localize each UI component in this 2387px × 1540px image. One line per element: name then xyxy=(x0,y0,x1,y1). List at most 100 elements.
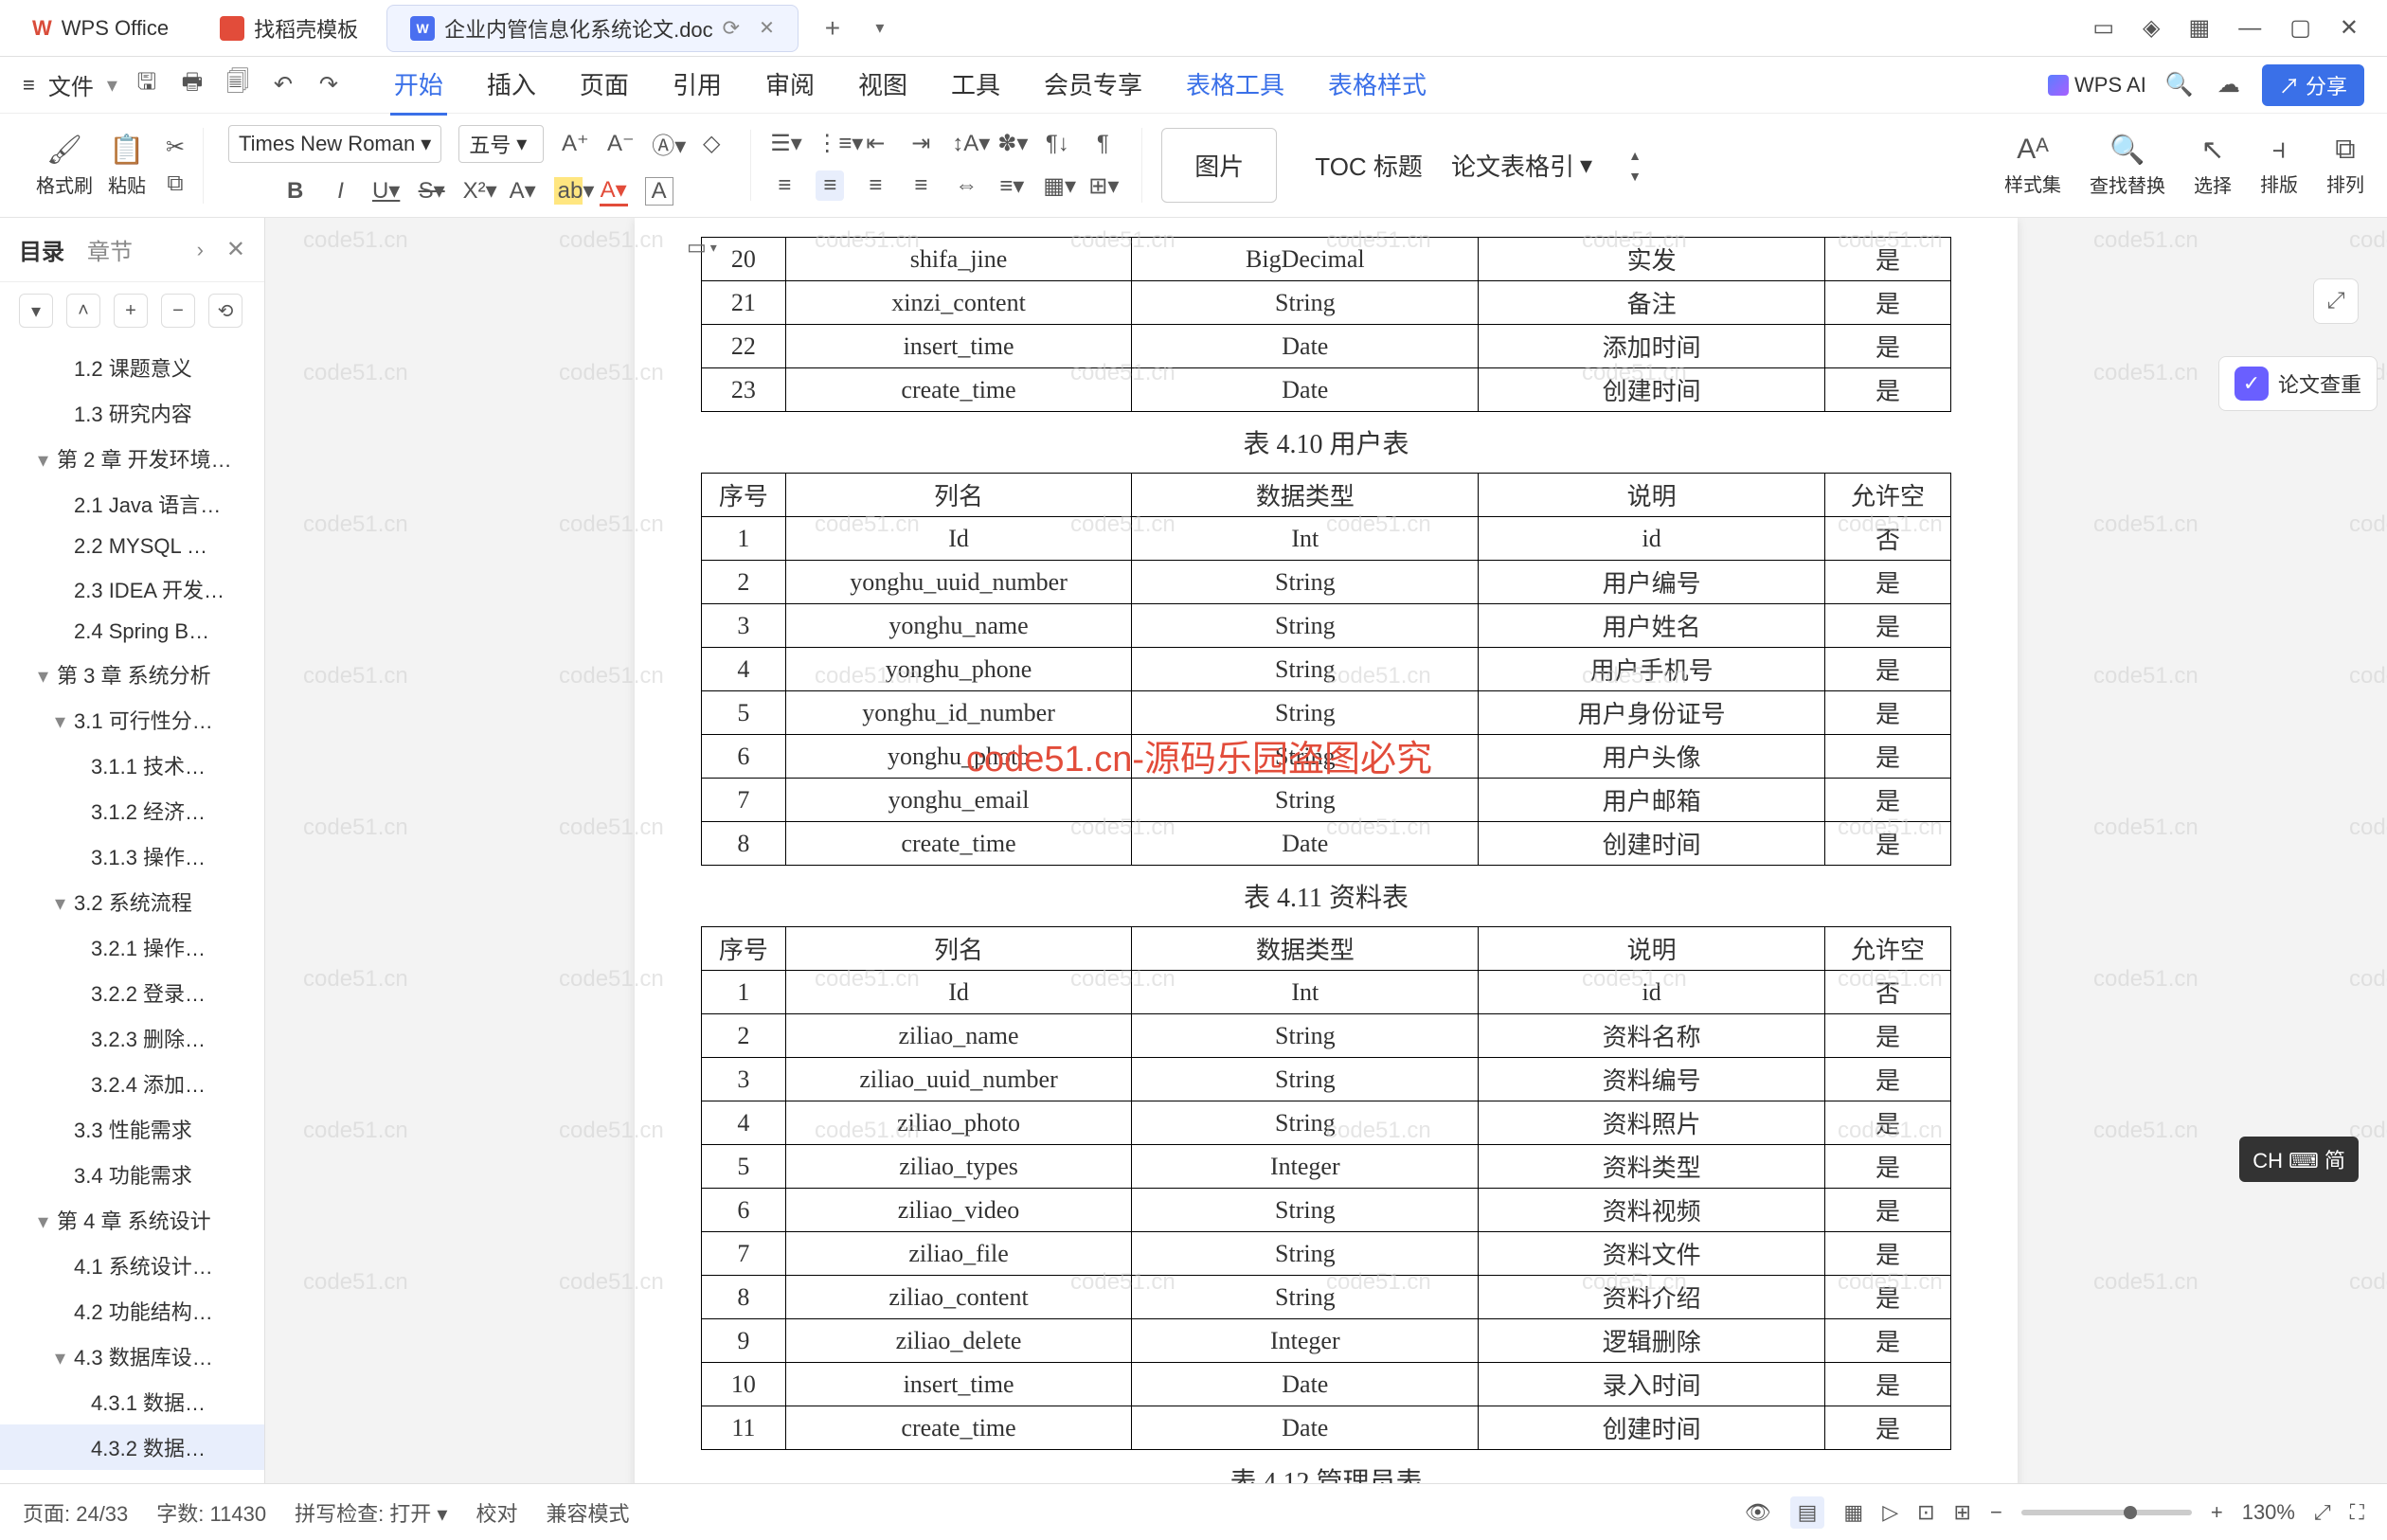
zoom-value[interactable]: 130% xyxy=(2242,1500,2295,1525)
outline-collapse-icon[interactable]: ▾ xyxy=(19,294,53,328)
table-cell[interactable]: 用户姓名 xyxy=(1479,604,1825,648)
strike-icon[interactable]: S▾ xyxy=(418,177,446,205)
align-center-icon[interactable]: ≡ xyxy=(816,170,844,201)
outline-item[interactable]: 4.2 功能结构… xyxy=(0,1288,264,1334)
table-cell[interactable]: 资料文件 xyxy=(1479,1232,1825,1276)
table-cell[interactable]: 23 xyxy=(702,368,786,412)
table-header-cell[interactable]: 允许空 xyxy=(1824,474,1950,517)
change-case-icon[interactable]: Ⓐ▾ xyxy=(652,127,680,160)
table-cell[interactable]: yonghu_id_number xyxy=(785,691,1132,735)
table-cell[interactable]: 是 xyxy=(1824,238,1950,281)
zoom-in-icon[interactable]: + xyxy=(2211,1500,2223,1525)
outline-item[interactable]: 4.3.2 数据… xyxy=(0,1424,264,1470)
table-cell[interactable]: 是 xyxy=(1824,648,1950,691)
table-cell[interactable]: 是 xyxy=(1824,1276,1950,1319)
outline-tab-toc[interactable]: 目录 xyxy=(19,233,64,266)
table-cell[interactable]: 11 xyxy=(702,1406,786,1450)
table-cell[interactable]: String xyxy=(1132,779,1479,822)
arrange-button[interactable]: ⫞排版 xyxy=(2260,134,2298,197)
word-count[interactable]: 字数: 11430 xyxy=(156,1497,266,1528)
table-pre[interactable]: 20shifa_jineBigDecimal实发是21xinzi_content… xyxy=(701,237,1951,412)
table-cell[interactable]: 资料名称 xyxy=(1479,1014,1825,1058)
table-cell[interactable]: Int xyxy=(1132,517,1479,561)
table-cell[interactable]: 是 xyxy=(1824,1189,1950,1232)
find-replace-button[interactable]: 🔍查找替换 xyxy=(2090,134,2165,198)
save-icon[interactable]: 🖫 xyxy=(131,69,163,101)
table-cell[interactable]: 是 xyxy=(1824,1014,1950,1058)
maximize-button[interactable]: ▢ xyxy=(2289,14,2311,42)
table-cell[interactable]: ziliao_content xyxy=(785,1276,1132,1319)
clear-format-icon[interactable]: ◇ xyxy=(697,130,726,157)
table-cell[interactable]: shifa_jine xyxy=(785,238,1132,281)
proof-status[interactable]: 校对 xyxy=(476,1497,517,1528)
view-read-icon[interactable]: 👁 xyxy=(1745,1500,1771,1525)
table-cell[interactable]: id xyxy=(1479,971,1825,1014)
align-justify-icon[interactable]: ≡ xyxy=(906,172,935,199)
table-cell[interactable]: 是 xyxy=(1824,561,1950,604)
redo-icon[interactable]: ↷ xyxy=(313,69,345,101)
select-button[interactable]: ↖选择 xyxy=(2194,134,2232,198)
table-cell[interactable]: Date xyxy=(1132,822,1479,866)
table-cell[interactable]: yonghu_phone xyxy=(785,648,1132,691)
table-cell[interactable]: 资料视频 xyxy=(1479,1189,1825,1232)
table-cell[interactable]: 创建时间 xyxy=(1479,822,1825,866)
table-cell[interactable]: 录入时间 xyxy=(1479,1363,1825,1406)
outline-item[interactable]: 3.2.3 删除… xyxy=(0,1015,264,1061)
view-web-icon[interactable]: ▦ xyxy=(1843,1500,1863,1525)
font-name-select[interactable]: Times New Roman▾ xyxy=(228,125,441,163)
table-cell[interactable]: ziliao_video xyxy=(785,1189,1132,1232)
table-cell[interactable]: 2 xyxy=(702,1014,786,1058)
table-cell[interactable]: Id xyxy=(785,971,1132,1014)
table-cell[interactable]: Integer xyxy=(1132,1319,1479,1363)
increase-font-icon[interactable]: A⁺ xyxy=(561,130,589,157)
table-cell[interactable]: String xyxy=(1132,1232,1479,1276)
table-cell[interactable]: 9 xyxy=(702,1319,786,1363)
menu-page[interactable]: 页面 xyxy=(576,55,633,116)
outline-tab-chapter[interactable]: 章节 xyxy=(87,233,133,266)
view-outline-icon[interactable]: ▷ xyxy=(1882,1500,1898,1525)
table-cell[interactable]: 4 xyxy=(702,1101,786,1145)
table-cell[interactable]: 资料编号 xyxy=(1479,1058,1825,1101)
table-cell[interactable]: 5 xyxy=(702,1145,786,1189)
table-cell[interactable]: 4 xyxy=(702,648,786,691)
table-cell[interactable]: 是 xyxy=(1824,368,1950,412)
table-cell[interactable]: 创建时间 xyxy=(1479,1406,1825,1450)
outline-item[interactable]: ▾4.3 数据库设… xyxy=(0,1334,264,1379)
table-cell[interactable]: 是 xyxy=(1824,1232,1950,1276)
style-down-icon[interactable]: ▼ xyxy=(1621,169,1649,184)
decrease-font-icon[interactable]: A⁻ xyxy=(606,130,635,157)
table-header-cell[interactable]: 允许空 xyxy=(1824,927,1950,971)
number-list-icon[interactable]: ⋮≡▾ xyxy=(816,130,844,157)
decrease-indent-icon[interactable]: ⇤ xyxy=(861,130,889,157)
table-cell[interactable]: insert_time xyxy=(785,325,1132,368)
paste-button[interactable]: 📋粘贴 xyxy=(108,134,146,198)
table-cell[interactable]: String xyxy=(1132,1276,1479,1319)
menu-review[interactable]: 审阅 xyxy=(762,55,818,116)
menu-tools[interactable]: 工具 xyxy=(947,55,1004,116)
style-up-icon[interactable]: ▲ xyxy=(1621,148,1649,163)
table-cell[interactable]: 1 xyxy=(702,517,786,561)
table-header-cell[interactable]: 序号 xyxy=(702,474,786,517)
table-header-cell[interactable]: 列名 xyxy=(785,927,1132,971)
outline-item[interactable]: 1.3 研究内容 xyxy=(0,390,264,436)
outline-item[interactable]: 2.2 MYSQL … xyxy=(0,527,264,566)
border-icon[interactable]: ⊞▾ xyxy=(1088,172,1117,200)
table-cell[interactable]: String xyxy=(1132,1101,1479,1145)
page-count[interactable]: 页面: 24/33 xyxy=(23,1497,128,1528)
table-header-cell[interactable]: 序号 xyxy=(702,927,786,971)
cut-icon[interactable]: ✂ xyxy=(161,134,189,161)
table-header-cell[interactable]: 列名 xyxy=(785,474,1132,517)
table-cell[interactable]: Date xyxy=(1132,1363,1479,1406)
preview-icon[interactable]: 🗐 xyxy=(222,69,254,101)
zoom-thumb[interactable] xyxy=(2124,1506,2137,1519)
outline-item[interactable]: 3.1.1 技术… xyxy=(0,743,264,788)
table-cell[interactable]: 用户编号 xyxy=(1479,561,1825,604)
table-cell[interactable]: ziliao_photo xyxy=(785,1101,1132,1145)
table-cell[interactable]: 是 xyxy=(1824,281,1950,325)
collapse-ribbon-icon[interactable]: ⤢ xyxy=(2313,278,2359,324)
menu-table-tools[interactable]: 表格工具 xyxy=(1182,55,1288,116)
table-cell[interactable]: String xyxy=(1132,1014,1479,1058)
outline-item[interactable]: 2.1 Java 语言… xyxy=(0,481,264,527)
table-cell[interactable]: 3 xyxy=(702,1058,786,1101)
ime-indicator[interactable]: CH ⌨ 简 xyxy=(2239,1137,2359,1182)
